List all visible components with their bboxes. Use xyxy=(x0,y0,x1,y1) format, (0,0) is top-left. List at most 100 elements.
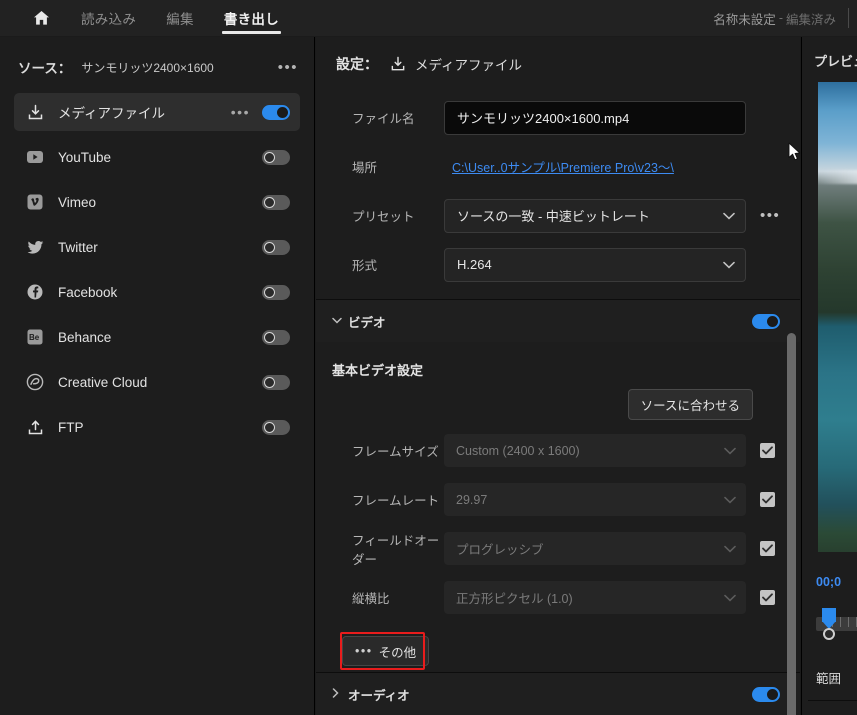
chevron-down-icon xyxy=(723,208,735,223)
format-label: 形式 xyxy=(352,259,378,273)
audio-section-header[interactable]: オーディオ xyxy=(316,673,800,715)
aspect-ratio-value: 正方形ピクセル (1.0) xyxy=(456,592,573,606)
settings-scrollbar[interactable] xyxy=(787,333,796,715)
facebook-toggle[interactable] xyxy=(262,284,290,300)
video-section-header[interactable]: ビデオ xyxy=(316,300,800,342)
more-dots-icon: ••• xyxy=(355,644,373,658)
format-value: H.264 xyxy=(457,257,492,272)
sidebar-item-media-file[interactable]: メディアファイル ••• xyxy=(14,93,300,131)
sidebar-item-twitter[interactable]: Twitter xyxy=(14,228,300,266)
document-status: 名称未設定 - 編集済み xyxy=(713,0,857,36)
media-file-options-icon[interactable]: ••• xyxy=(229,101,252,123)
aspect-ratio-select[interactable]: 正方形ピクセル (1.0) xyxy=(444,581,746,614)
field-order-checkbox[interactable] xyxy=(760,541,775,556)
audio-section-label: オーディオ xyxy=(348,688,410,703)
frame-size-checkbox[interactable] xyxy=(760,443,775,458)
toggle-knob xyxy=(264,376,275,388)
filename-row: ファイル名 サンモリッツ2400×1600.mp4 xyxy=(334,93,782,142)
chevron-down-icon xyxy=(724,493,736,507)
toggle-knob xyxy=(264,421,275,433)
vimeo-toggle[interactable] xyxy=(262,194,290,210)
aspect-ratio-row: 縦横比 正方形ピクセル (1.0) xyxy=(316,573,800,622)
sidebar-item-label: Behance xyxy=(58,329,112,345)
source-value: サンモリッツ2400×1600 xyxy=(81,60,214,75)
sidebar-item-behance[interactable]: Be Behance xyxy=(14,318,300,356)
sidebar-item-ftp[interactable]: FTP xyxy=(14,408,300,446)
location-link-wrap: C:\User..0サンプル\Premiere Pro\v23〜\ xyxy=(444,157,782,176)
filename-input[interactable]: サンモリッツ2400×1600.mp4 xyxy=(444,100,746,135)
preset-row: プリセット ソースの一致 - 中速ビットレート ••• xyxy=(334,191,782,240)
audio-section-toggle[interactable] xyxy=(752,686,780,702)
twitter-icon xyxy=(22,236,48,258)
settings-panel: 設定： メディアファイル ファイル名 サンモリッツ2400×1600.mp4 場… xyxy=(316,37,800,715)
preview-image xyxy=(818,82,857,552)
video-section-toggle[interactable] xyxy=(752,313,780,329)
field-order-select[interactable]: プログレッシブ xyxy=(444,532,746,565)
media-file-icon xyxy=(22,101,48,123)
format-select[interactable]: H.264 xyxy=(444,247,746,282)
tab-export[interactable]: 書き出し xyxy=(209,0,294,36)
tab-import[interactable]: 読み込み xyxy=(66,0,151,36)
aspect-ratio-checkbox[interactable] xyxy=(760,590,775,605)
tab-edit[interactable]: 編集 xyxy=(151,0,209,36)
more-settings-label: その他 xyxy=(378,645,417,660)
frame-size-select[interactable]: Custom (2400 x 1600) xyxy=(444,434,746,467)
nav-tabs: 読み込み 編集 書き出し xyxy=(66,0,294,36)
ftp-upload-icon xyxy=(22,416,48,438)
vimeo-icon xyxy=(22,191,48,213)
frame-rate-checkbox[interactable] xyxy=(760,492,775,507)
document-title-separator: - xyxy=(778,11,783,25)
toggle-knob xyxy=(767,315,778,327)
creative-cloud-toggle[interactable] xyxy=(262,374,290,390)
preview-loop-icon[interactable] xyxy=(823,628,835,640)
chevron-down-icon xyxy=(724,591,736,605)
chevron-down-icon xyxy=(723,257,735,272)
aspect-ratio-label: 縦横比 xyxy=(352,592,390,606)
field-order-row: フィールドオーダー プログレッシブ xyxy=(316,524,800,573)
preset-label: プリセット xyxy=(352,210,415,224)
sidebar-item-youtube[interactable]: YouTube xyxy=(14,138,300,176)
sidebar-item-facebook[interactable]: Facebook xyxy=(14,273,300,311)
toggle-knob xyxy=(264,196,275,208)
destination-list: メディアファイル ••• YouTube Vimeo Twitter Faceb… xyxy=(0,93,314,446)
preview-image-snowline xyxy=(818,170,857,184)
preview-playhead[interactable] xyxy=(822,608,836,630)
sidebar-item-label: YouTube xyxy=(58,149,112,165)
chevron-down-icon xyxy=(724,542,736,556)
sidebar-item-creative-cloud[interactable]: Creative Cloud xyxy=(14,363,300,401)
youtube-icon xyxy=(22,146,48,168)
twitter-toggle[interactable] xyxy=(262,239,290,255)
match-source-button[interactable]: ソースに合わせる xyxy=(627,389,753,420)
frame-rate-select[interactable]: 29.97 xyxy=(444,483,746,516)
chevron-right-icon[interactable] xyxy=(332,687,348,701)
behance-toggle[interactable] xyxy=(262,329,290,345)
frame-size-row: フレームサイズ Custom (2400 x 1600) xyxy=(316,426,800,475)
ftp-toggle[interactable] xyxy=(262,419,290,435)
tab-export-label: 書き出し xyxy=(223,12,280,27)
preview-timecode: 00;0 xyxy=(816,575,842,589)
frame-size-label: フレームサイズ xyxy=(352,445,439,459)
preset-select[interactable]: ソースの一致 - 中速ビットレート xyxy=(444,198,746,233)
preset-options-icon[interactable]: ••• xyxy=(760,207,780,224)
settings-target-label: メディアファイル xyxy=(415,58,523,73)
more-settings-wrap: ••• その他 xyxy=(316,622,800,670)
frame-rate-value: 29.97 xyxy=(456,492,488,507)
toggle-knob xyxy=(767,688,778,700)
location-path-link[interactable]: C:\User..0サンプル\Premiere Pro\v23〜\ xyxy=(452,157,674,176)
source-options-icon[interactable]: ••• xyxy=(276,56,300,79)
youtube-toggle[interactable] xyxy=(262,149,290,165)
svg-text:Be: Be xyxy=(29,333,40,342)
chevron-down-icon[interactable] xyxy=(332,315,348,327)
top-right-divider xyxy=(848,8,849,28)
media-file-toggle[interactable] xyxy=(262,104,290,120)
home-icon xyxy=(33,11,49,25)
sidebar-item-label: Facebook xyxy=(58,284,118,300)
toggle-knob xyxy=(264,286,275,298)
video-section-label: ビデオ xyxy=(348,315,386,330)
home-button[interactable] xyxy=(22,0,60,36)
field-order-value: プログレッシブ xyxy=(456,543,544,557)
field-order-label: フィールドオーダー xyxy=(352,533,440,567)
export-window: 読み込み 編集 書き出し 名称未設定 - 編集済み ソース： サンモリッツ240… xyxy=(0,0,857,715)
sidebar-item-vimeo[interactable]: Vimeo xyxy=(14,183,300,221)
format-row: 形式 H.264 xyxy=(334,240,782,289)
